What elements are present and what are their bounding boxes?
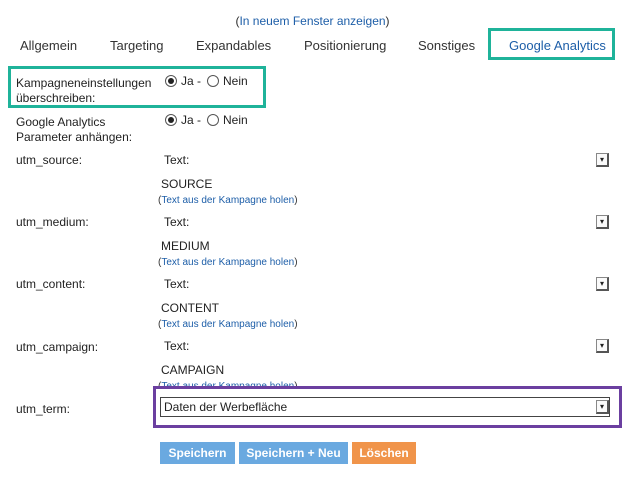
- utm-campaign-select[interactable]: Text:: [164, 339, 189, 353]
- append-radio-group: Ja - Nein: [165, 112, 254, 127]
- utm-medium-select[interactable]: Text:: [164, 215, 189, 229]
- tab-sonstiges[interactable]: Sonstiges: [418, 38, 475, 53]
- tab-expandables[interactable]: Expandables: [196, 38, 271, 53]
- override-yes-radio[interactable]: [165, 74, 177, 87]
- utm-content-fetch: (Text aus der Kampagne holen): [158, 319, 298, 330]
- utm-content-value: CONTENT: [161, 301, 219, 315]
- tab-google-analytics[interactable]: Google Analytics: [509, 38, 606, 53]
- chevron-down-icon[interactable]: ▾: [596, 339, 609, 353]
- utm-content-fetch-link[interactable]: Text aus der Kampagne holen: [161, 319, 294, 330]
- utm-medium-label: utm_medium:: [16, 215, 89, 229]
- tab-targeting[interactable]: Targeting: [110, 38, 163, 53]
- utm-term-select[interactable]: Daten der Werbefläche: [164, 400, 287, 414]
- utm-content-select[interactable]: Text:: [164, 277, 189, 291]
- utm-medium-fetch-link[interactable]: Text aus der Kampagne holen: [161, 257, 294, 268]
- chevron-down-icon[interactable]: ▾: [596, 153, 609, 167]
- new-window-line: (In neuem Fenster anzeigen): [0, 14, 625, 28]
- utm-medium-fetch: (Text aus der Kampagne holen): [158, 257, 298, 268]
- append-no-label: Nein: [223, 112, 248, 127]
- chevron-down-icon[interactable]: ▾: [596, 400, 609, 414]
- utm-campaign-label: utm_campaign:: [16, 340, 99, 354]
- override-yes-label: Ja -: [181, 73, 202, 88]
- override-no-label: Nein: [223, 73, 248, 88]
- tab-positionierung[interactable]: Positionierung: [304, 38, 386, 53]
- chevron-down-icon[interactable]: ▾: [596, 277, 609, 291]
- close-paren: ): [385, 14, 390, 28]
- utm-source-select[interactable]: Text:: [164, 153, 189, 167]
- override-no-radio[interactable]: [207, 74, 220, 87]
- append-yes-label: Ja -: [181, 112, 202, 127]
- utm-term-label: utm_term:: [16, 402, 71, 416]
- utm-medium-value: MEDIUM: [161, 239, 210, 253]
- save-button[interactable]: Speichern: [160, 442, 235, 464]
- delete-button[interactable]: Löschen: [352, 442, 416, 464]
- utm-source-fetch: (Text aus der Kampagne holen): [158, 195, 298, 206]
- override-radio-group: Ja - Nein: [165, 73, 254, 88]
- append-no-radio[interactable]: [207, 113, 220, 126]
- save-new-button[interactable]: Speichern + Neu: [239, 442, 348, 464]
- override-label: Kampagneneinstellungen überschreiben:: [16, 76, 152, 105]
- utm-campaign-value: CAMPAIGN: [161, 363, 225, 377]
- append-yes-radio[interactable]: [165, 113, 177, 126]
- utm-source-fetch-link[interactable]: Text aus der Kampagne holen: [161, 195, 294, 206]
- utm-source-value: SOURCE: [161, 177, 213, 191]
- new-window-link[interactable]: In neuem Fenster anzeigen: [239, 14, 385, 28]
- tab-allgemein[interactable]: Allgemein: [20, 38, 77, 53]
- chevron-down-icon[interactable]: ▾: [596, 215, 609, 229]
- utm-source-label: utm_source:: [16, 153, 83, 167]
- utm-content-label: utm_content:: [16, 277, 86, 291]
- append-label: Google Analytics Parameter anhängen:: [16, 115, 133, 144]
